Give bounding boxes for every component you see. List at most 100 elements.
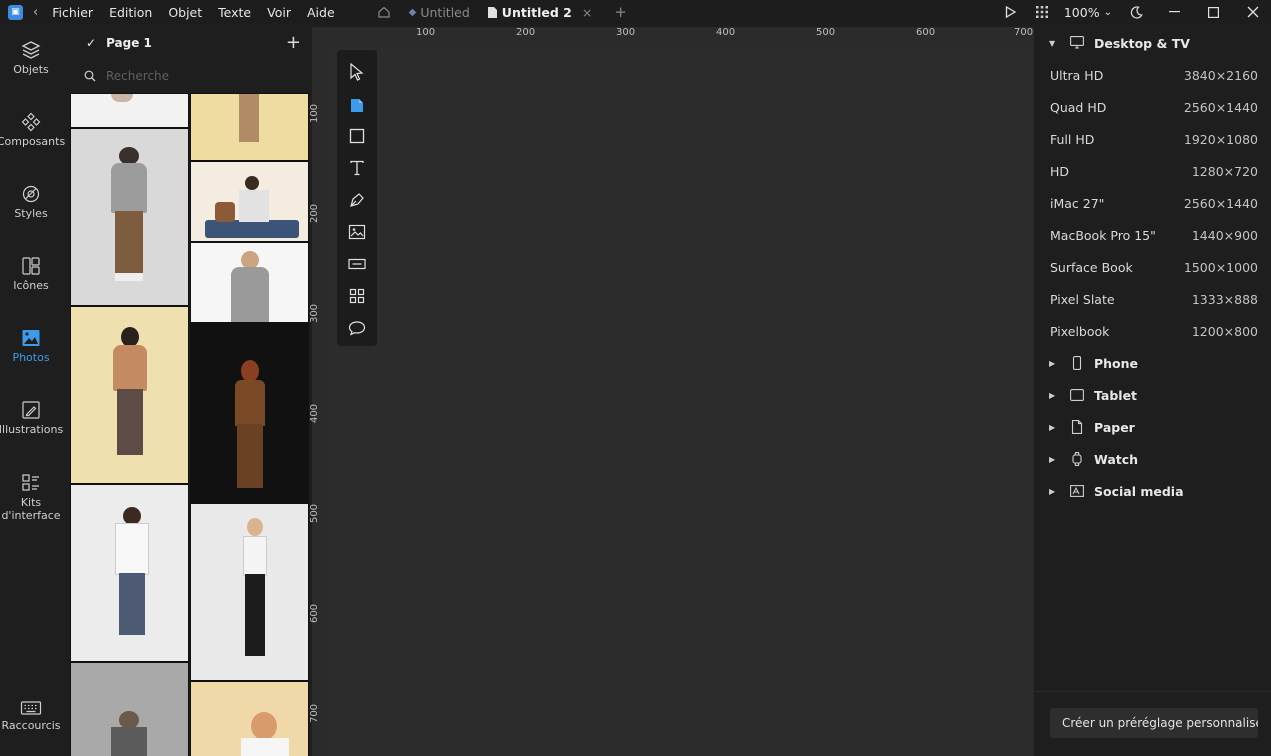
photo-thumbnail[interactable]	[190, 503, 309, 681]
back-chevron-icon[interactable]: ‹	[33, 5, 38, 20]
preset-macbook-pro-15[interactable]: MacBook Pro 15" 1440×900	[1036, 219, 1271, 251]
category-social-media[interactable]: ▶ Social media	[1036, 475, 1271, 507]
menu-fichier[interactable]: Fichier	[52, 5, 93, 20]
image-tool[interactable]	[337, 216, 377, 248]
minimize-icon[interactable]	[1169, 11, 1180, 13]
menu-objet[interactable]: Objet	[168, 5, 202, 20]
rail-item-kits[interactable]: Kits d'interface	[0, 473, 62, 522]
ruler-tick: 300	[616, 27, 636, 38]
photo-thumbnail[interactable]	[190, 242, 309, 323]
phone-icon	[1070, 356, 1084, 373]
photo-thumbnail[interactable]	[190, 681, 309, 756]
search-input[interactable]: Recherche	[106, 69, 169, 83]
divider	[1036, 691, 1271, 692]
play-icon[interactable]	[1005, 6, 1016, 18]
ruler-tick: 600	[309, 603, 321, 624]
grid-menu-icon[interactable]	[1035, 6, 1048, 18]
preset-imac-27[interactable]: iMac 27" 2560×1440	[1036, 187, 1271, 219]
design-canvas[interactable]	[328, 42, 1034, 756]
rail-item-styles[interactable]: Styles	[0, 184, 62, 220]
grid-icon	[349, 288, 365, 304]
moon-icon[interactable]	[1130, 5, 1143, 19]
category-watch[interactable]: ▶ Watch	[1036, 443, 1271, 475]
category-label: Tablet	[1094, 387, 1138, 403]
preset-name: Quad HD	[1050, 99, 1107, 115]
close-tab-icon[interactable]: ×	[582, 5, 592, 20]
preset-surface-book[interactable]: Surface Book 1500×1000	[1036, 251, 1271, 283]
maximize-icon[interactable]	[1208, 6, 1219, 18]
add-tab-icon[interactable]: +	[614, 3, 627, 21]
category-desktop-tv[interactable]: ▼ Desktop & TV	[1036, 27, 1271, 59]
select-tool[interactable]	[337, 56, 377, 88]
menu-voir[interactable]: Voir	[267, 5, 291, 20]
photo-thumbnail[interactable]	[190, 161, 309, 242]
photo-thumbnail[interactable]	[70, 662, 189, 756]
page-row[interactable]: ✓ Page 1 +	[68, 24, 311, 62]
caret-right-icon: ▶	[1049, 454, 1056, 464]
preset-dims: 2560×1440	[1183, 99, 1258, 115]
app-window: ▣ ‹ Fichier Edition Objet Texte Voir Aid…	[0, 0, 1271, 756]
rail-item-icones[interactable]: Icônes	[0, 256, 62, 292]
rail-item-composants[interactable]: Composants	[0, 112, 65, 148]
preset-ultra-hd[interactable]: Ultra HD 3840×2160	[1036, 59, 1271, 91]
menu-aide[interactable]: Aide	[307, 5, 335, 20]
add-page-icon[interactable]: +	[286, 32, 301, 53]
menu-bar: Fichier Edition Objet Texte Voir Aide	[52, 5, 350, 20]
preset-pixel-slate[interactable]: Pixel Slate 1333×888	[1036, 283, 1271, 315]
ruler-tick: 300	[309, 303, 321, 324]
tab-label: Untitled 2	[501, 4, 572, 20]
create-custom-preset-button[interactable]: Créer un préréglage personnalisé	[1050, 708, 1258, 738]
check-icon: ✓	[86, 36, 97, 50]
category-label: Watch	[1094, 451, 1139, 467]
rail-item-illustrations[interactable]: Illustrations	[0, 400, 63, 436]
cursor-icon	[350, 63, 364, 81]
rail-item-raccourcis[interactable]: Raccourcis	[0, 700, 62, 732]
preset-pixelbook[interactable]: Pixelbook 1200×800	[1036, 315, 1271, 347]
artboard-tool[interactable]	[337, 88, 377, 120]
photo-thumbnail[interactable]	[70, 306, 189, 484]
rail-item-objets[interactable]: Objets	[0, 40, 62, 76]
component-tool[interactable]	[337, 248, 377, 280]
home-icon[interactable]	[377, 5, 391, 19]
photo-thumbnail[interactable]	[190, 93, 309, 161]
photo-thumbnail[interactable]	[70, 484, 189, 662]
caret-right-icon: ▶	[1049, 422, 1056, 432]
pen-tool[interactable]	[337, 184, 377, 216]
rectangle-tool[interactable]	[337, 120, 377, 152]
rail-item-photos[interactable]: Photos	[0, 328, 62, 364]
photo-thumbnail[interactable]	[70, 93, 189, 128]
preset-hd[interactable]: HD 1280×720	[1036, 155, 1271, 187]
category-paper[interactable]: ▶ Paper	[1036, 411, 1271, 443]
illustrations-icon	[22, 401, 40, 419]
category-tablet[interactable]: ▶ Tablet	[1036, 379, 1271, 411]
preset-dims: 1500×1000	[1183, 259, 1258, 275]
ruler-tick: 700	[309, 703, 321, 724]
tab-untitled-2[interactable]: Untitled 2 ×	[487, 4, 592, 20]
category-phone[interactable]: ▶ Phone	[1036, 347, 1271, 379]
photo-thumbnail[interactable]	[70, 128, 189, 306]
preset-quad-hd[interactable]: Quad HD 2560×1440	[1036, 91, 1271, 123]
menu-texte[interactable]: Texte	[218, 5, 251, 20]
app-logo-icon[interactable]: ▣	[8, 4, 23, 20]
preset-name: Ultra HD	[1050, 67, 1104, 83]
chevron-down-icon[interactable]: ⌄	[1104, 7, 1112, 18]
tab-untitled[interactable]: ◆ Untitled	[409, 5, 470, 20]
window-controls: 100% ⌄	[1005, 0, 1271, 24]
rail-label: Icônes	[13, 279, 49, 292]
comment-tool[interactable]	[337, 312, 377, 344]
text-tool[interactable]	[337, 152, 377, 184]
photos-icon	[22, 330, 40, 346]
components-icon	[21, 112, 41, 132]
page-name: Page 1	[106, 36, 152, 50]
preset-dims: 2560×1440	[1183, 195, 1258, 211]
search-field[interactable]: Recherche	[68, 62, 311, 90]
grid-tool[interactable]	[337, 280, 377, 312]
zoom-level[interactable]: 100%	[1064, 5, 1100, 20]
ruler-tick: 200	[309, 203, 321, 224]
comment-icon	[348, 321, 366, 336]
photo-thumbnail[interactable]	[190, 323, 309, 503]
preset-full-hd[interactable]: Full HD 1920×1080	[1036, 123, 1271, 155]
close-window-icon[interactable]	[1247, 6, 1259, 18]
menu-edition[interactable]: Edition	[109, 5, 152, 20]
monitor-icon	[1070, 36, 1084, 52]
